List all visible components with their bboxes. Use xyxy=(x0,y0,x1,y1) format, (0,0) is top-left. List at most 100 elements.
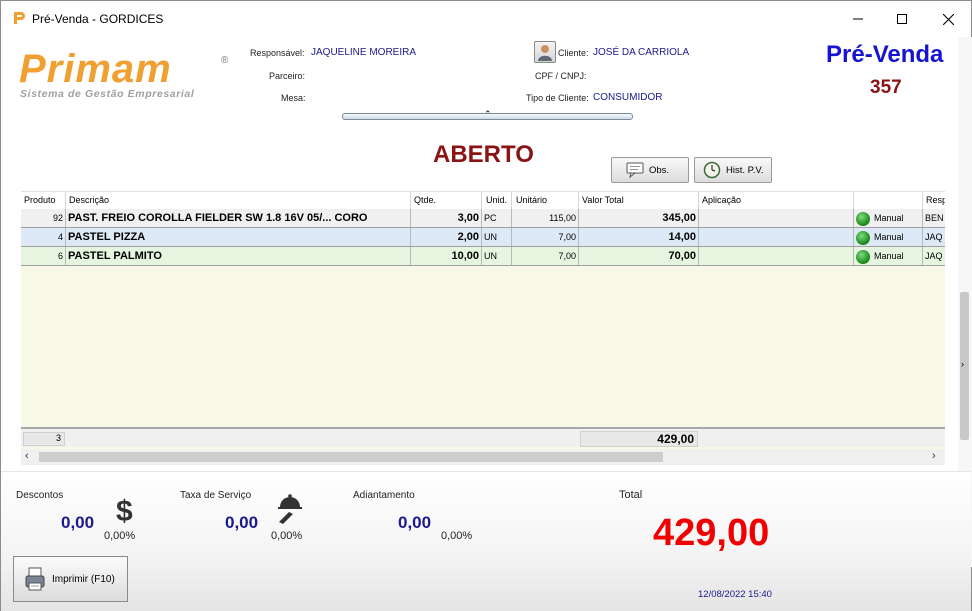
cell-unid: PC xyxy=(482,209,512,227)
responsavel-label: Responsável: xyxy=(250,48,305,58)
cell-tipo: Manual xyxy=(854,247,923,265)
pre-venda-window: Pré-Venda - GORDICES Primam ® Sistema de… xyxy=(0,0,972,611)
scroll-left-icon[interactable]: ‹ xyxy=(25,450,29,462)
svg-text:$: $ xyxy=(116,495,133,526)
cell-qtde: 3,00 xyxy=(411,209,482,227)
tipo-label: Manual xyxy=(874,232,904,242)
cell-resp: JAQ xyxy=(925,232,943,242)
pre-venda-title: Pré-Venda xyxy=(826,41,944,68)
obs-button[interactable]: Obs. xyxy=(611,157,689,183)
tipo-cliente-label: Tipo de Cliente: xyxy=(526,93,589,103)
status-dot-icon xyxy=(856,249,870,264)
horizontal-scrollbar[interactable]: ‹ › xyxy=(21,449,945,465)
col-aplicacao[interactable]: Aplicação xyxy=(702,195,741,205)
datetime-stamp: 12/08/2022 15:40 xyxy=(698,589,772,600)
cell-unid: UN xyxy=(482,247,512,265)
window-title: Pré-Venda - GORDICES xyxy=(32,12,164,26)
footer-total: 429,00 xyxy=(580,431,698,447)
responsavel-value: JAQUELINE MOREIRA xyxy=(311,47,417,58)
registered-icon: ® xyxy=(221,55,229,66)
descontos-label: Descontos xyxy=(16,490,64,501)
cell-produto: 4 xyxy=(21,228,66,246)
print-button[interactable]: Imprimir (F10) xyxy=(13,556,128,602)
pre-venda-number: 357 xyxy=(870,77,902,98)
col-unid[interactable]: Unid. xyxy=(486,195,507,205)
col-produto[interactable]: Produto xyxy=(24,195,56,205)
totals-panel: Descontos 0,00 $ 0,00% Taxa de Serviço 0… xyxy=(1,471,971,611)
minimize-button[interactable] xyxy=(835,1,881,37)
mesa-label: Mesa: xyxy=(281,93,306,103)
cell-qtde: 10,00 xyxy=(411,247,482,265)
clock-icon xyxy=(703,161,721,179)
hist-pv-button[interactable]: Hist. P.V. xyxy=(694,157,772,183)
minimize-icon xyxy=(853,18,863,20)
horizontal-scroll-thumb[interactable] xyxy=(39,452,663,462)
app-icon xyxy=(14,12,25,24)
hist-pv-button-label: Hist. P.V. xyxy=(726,164,764,176)
descontos-value[interactable]: 0,00 xyxy=(61,513,94,533)
collapse-header-bar[interactable]: ⌃ xyxy=(342,109,633,120)
cell-descricao: PASTEL PALMITO xyxy=(66,247,411,265)
print-button-label: Imprimir (F10) xyxy=(52,573,115,585)
cell-aplicacao xyxy=(699,228,854,246)
status-dot-icon xyxy=(856,230,870,245)
service-tray-icon[interactable] xyxy=(275,492,305,526)
title-bar: Pré-Venda - GORDICES xyxy=(1,1,971,37)
printer-icon xyxy=(25,567,45,591)
col-resp[interactable]: Resp xyxy=(926,195,945,205)
grid-footer: 3 429,00 xyxy=(21,427,945,447)
col-valor-total[interactable]: Valor Total xyxy=(582,195,624,205)
col-separator xyxy=(481,192,482,209)
cell-unitario: 7,00 xyxy=(512,247,579,265)
items-grid[interactable]: Produto Descrição Qtde. Unid. Unitário V… xyxy=(21,191,945,449)
tipo-label: Manual xyxy=(874,213,904,223)
adiantamento-percent: 0,00% xyxy=(441,530,473,542)
col-separator xyxy=(698,192,699,209)
maximize-icon xyxy=(897,14,907,24)
adiantamento-value[interactable]: 0,00 xyxy=(398,513,431,533)
cell-valor-total: 345,00 xyxy=(579,209,699,227)
primam-logo: Primam ® Sistema de Gestão Empresarial xyxy=(19,47,239,105)
chevron-right-icon[interactable]: › xyxy=(961,359,964,369)
header-panel: Primam ® Sistema de Gestão Empresarial R… xyxy=(1,37,971,187)
cell-unid: UN xyxy=(482,228,512,246)
table-row[interactable]: 92 PAST. FREIO COROLLA FIELDER SW 1.8 16… xyxy=(21,209,945,228)
cell-aplicacao xyxy=(699,247,854,265)
close-button[interactable] xyxy=(925,1,971,37)
tipo-cliente-value: CONSUMIDOR xyxy=(593,92,663,103)
maximize-button[interactable] xyxy=(879,1,925,37)
cell-descricao: PASTEL PIZZA xyxy=(66,228,411,246)
col-separator xyxy=(65,192,66,209)
cell-valor-total: 14,00 xyxy=(579,228,699,246)
scroll-right-icon[interactable]: › xyxy=(932,450,936,462)
dollar-icon[interactable]: $ xyxy=(115,494,133,526)
col-separator xyxy=(922,192,923,209)
cell-unitario: 115,00 xyxy=(512,209,579,227)
taxa-servico-percent: 0,00% xyxy=(271,530,303,542)
table-row[interactable]: 4 PASTEL PIZZA 2,00 UN 7,00 14,00 Manual… xyxy=(21,228,945,247)
col-qtde[interactable]: Qtde. xyxy=(414,195,436,205)
col-separator xyxy=(853,192,854,209)
table-row[interactable]: 6 PASTEL PALMITO 10,00 UN 7,00 70,00 Man… xyxy=(21,247,945,266)
taxa-servico-label: Taxa de Serviço xyxy=(180,490,252,501)
cell-tipo: Manual xyxy=(854,209,923,227)
cell-produto: 6 xyxy=(21,247,66,265)
cell-qtde: 2,00 xyxy=(411,228,482,246)
col-descricao[interactable]: Descrição xyxy=(69,195,109,205)
logo-text: Primam xyxy=(19,47,172,91)
cell-unitario: 7,00 xyxy=(512,228,579,246)
cell-resp: JAQ xyxy=(925,251,943,261)
taxa-servico-value[interactable]: 0,00 xyxy=(225,513,258,533)
cell-produto: 92 xyxy=(21,209,66,227)
cell-tipo: Manual xyxy=(854,228,923,246)
cell-descricao: PAST. FREIO COROLLA FIELDER SW 1.8 16V 0… xyxy=(66,209,411,227)
status-text: ABERTO xyxy=(433,141,534,168)
total-value: 429,00 xyxy=(653,512,770,554)
tipo-label: Manual xyxy=(874,251,904,261)
client-search-button[interactable] xyxy=(534,41,556,63)
speech-bubble-icon xyxy=(626,162,644,178)
col-separator xyxy=(511,192,512,209)
chevron-up-icon: ⌃ xyxy=(484,109,492,119)
parceiro-label: Parceiro: xyxy=(269,71,306,81)
col-unitario[interactable]: Unitário xyxy=(516,195,547,205)
